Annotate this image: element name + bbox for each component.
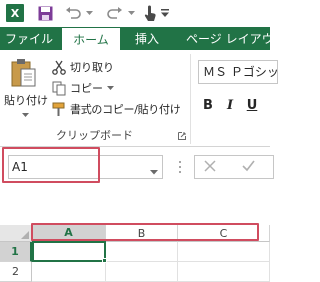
- cell-b1[interactable]: [106, 242, 178, 262]
- excel-logo-icon: X: [6, 4, 24, 22]
- active-cell-border: [32, 241, 106, 262]
- row-header-1[interactable]: 1: [0, 242, 32, 262]
- row-header-2[interactable]: 2: [0, 262, 32, 282]
- cell-a2[interactable]: [32, 262, 106, 282]
- underline-button[interactable]: U: [244, 96, 260, 114]
- clipboard-group-label: クリップボード: [56, 129, 133, 142]
- quick-access-toolbar: X: [0, 0, 270, 27]
- name-box-dropdown-icon[interactable]: [150, 165, 158, 178]
- save-icon[interactable]: [34, 3, 56, 23]
- cut-button[interactable]: 切り取り: [52, 58, 182, 76]
- paste-dropdown-icon[interactable]: [22, 108, 29, 121]
- copy-dropdown-icon[interactable]: [107, 85, 114, 91]
- italic-button[interactable]: I: [222, 96, 238, 114]
- scissors-icon: [52, 60, 70, 75]
- tab-file[interactable]: ファイル: [0, 27, 58, 50]
- fill-handle[interactable]: [102, 258, 107, 263]
- copy-icon: [52, 81, 70, 96]
- bold-button[interactable]: B: [200, 96, 216, 114]
- copy-button[interactable]: コピー: [52, 79, 182, 97]
- tab-page-layout[interactable]: ページ レイアウト: [178, 27, 288, 50]
- touch-mode-icon[interactable]: [140, 3, 160, 23]
- customize-qat-icon[interactable]: [160, 3, 170, 23]
- redo-icon[interactable]: [104, 3, 126, 23]
- font-name-box[interactable]: ＭＳ Ｐゴシック: [198, 60, 278, 84]
- format-painter-button[interactable]: 書式のコピー/貼り付け: [52, 100, 190, 118]
- ribbon-tab-bar: ファイル ホーム 挿入 ページ レイアウト: [0, 27, 286, 50]
- name-box-highlight: [2, 147, 100, 183]
- cancel-icon[interactable]: [204, 160, 216, 175]
- paste-label: 貼り付け: [4, 94, 48, 107]
- paste-button[interactable]: 貼り付け: [4, 58, 48, 118]
- enter-check-icon[interactable]: [242, 160, 255, 175]
- clipboard-dialog-launcher-icon[interactable]: [178, 130, 186, 143]
- formula-bar-grip-icon[interactable]: [178, 160, 182, 174]
- tab-home[interactable]: ホーム: [62, 28, 120, 50]
- ribbon-group-separator: [190, 54, 191, 144]
- cell-c2[interactable]: [178, 262, 270, 282]
- cell-c1[interactable]: [178, 242, 270, 262]
- select-all-corner[interactable]: [0, 225, 32, 242]
- copy-label: コピー: [70, 82, 103, 95]
- cell-b2[interactable]: [106, 262, 178, 282]
- column-headers-highlight: [31, 223, 259, 241]
- format-painter-label: 書式のコピー/貼り付け: [70, 103, 181, 116]
- cut-label: 切り取り: [70, 61, 114, 74]
- format-painter-icon: [52, 102, 70, 117]
- undo-dropdown-icon[interactable]: [84, 3, 94, 23]
- redo-dropdown-icon[interactable]: [126, 3, 136, 23]
- tab-insert[interactable]: 挿入: [124, 27, 170, 50]
- undo-icon[interactable]: [62, 3, 84, 23]
- paste-icon: [10, 58, 36, 91]
